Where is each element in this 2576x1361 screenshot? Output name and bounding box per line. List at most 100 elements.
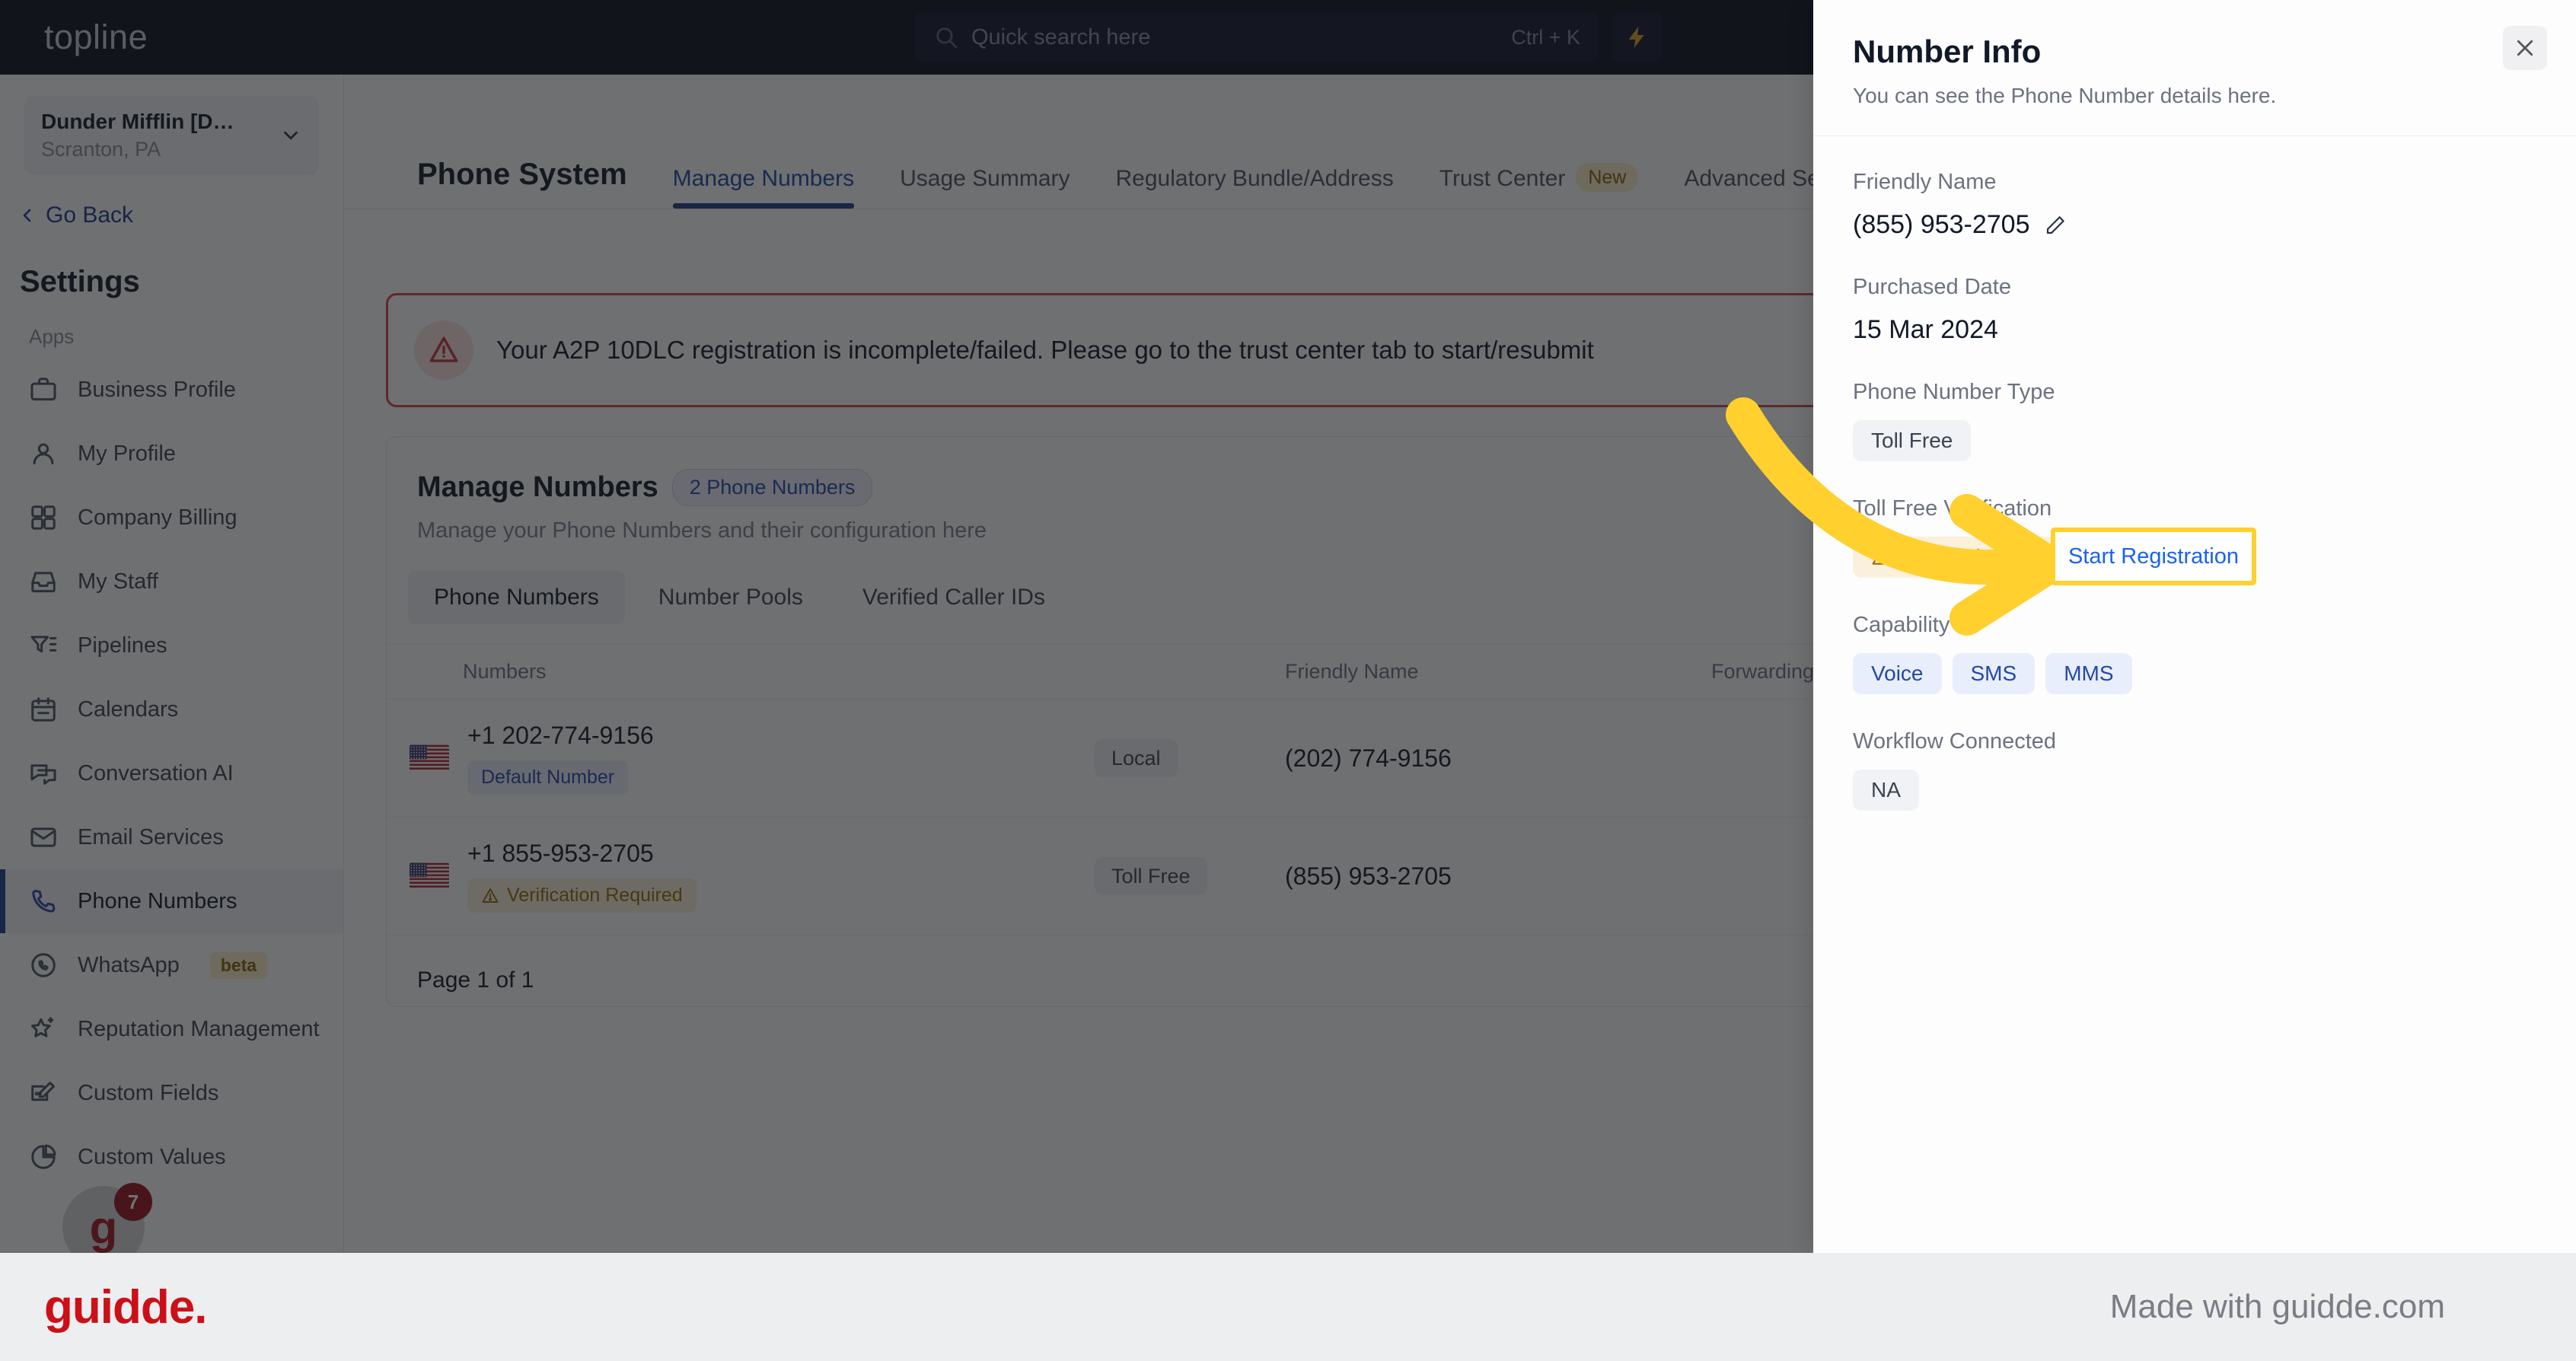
- organization-switcher[interactable]: Dunder Mifflin [D… Scranton, PA: [24, 96, 319, 175]
- sidebar-item-custom-values[interactable]: Custom Values: [0, 1125, 343, 1189]
- warning-triangle-icon: [1872, 549, 1890, 565]
- notification-count-badge: 7: [114, 1183, 152, 1221]
- us-flag-icon: [410, 862, 449, 890]
- sidebar-item-label: Reputation Management: [78, 1016, 320, 1041]
- close-icon: [2517, 40, 2533, 56]
- subtab-verified-caller-ids[interactable]: Verified Caller IDs: [837, 571, 1071, 624]
- sidebar-item-label: Company Billing: [78, 505, 238, 530]
- field-friendly-name: Friendly Name (855) 953-2705: [1853, 170, 2536, 240]
- number-type-pill: Toll Free: [1095, 856, 1207, 895]
- sidebar-item-email-services[interactable]: Email Services: [0, 805, 343, 869]
- sidebar-item-company-billing[interactable]: Company Billing: [0, 486, 343, 550]
- sidebar: Dunder Mifflin [D… Scranton, PA Go Back …: [0, 75, 344, 1253]
- sidebar-item-label: My Staff: [78, 569, 158, 594]
- sidebar-item-business-profile[interactable]: Business Profile: [0, 358, 343, 422]
- screenshot-root: topline Quick search here Ctrl + K Dunde…: [0, 0, 2576, 1361]
- chevron-down-icon: [284, 131, 298, 140]
- phone-number-value: +1 855-953-2705: [467, 840, 654, 867]
- phone-system-tabbar: Phone System Manage Numbers Usage Summary…: [344, 135, 1856, 209]
- sidebar-item-label: Calendars: [78, 696, 179, 722]
- guidde-logo: guidde.: [44, 1280, 207, 1334]
- sidebar-item-conversation-ai[interactable]: Conversation AI: [0, 741, 343, 805]
- panel-title: Number Info: [1853, 33, 2042, 69]
- envelope-icon: [30, 827, 56, 847]
- phone-number-type-chip: Toll Free: [1853, 420, 1972, 461]
- cell-number: +1 855-953-2705 Verification Required: [387, 840, 1095, 913]
- tab-label: Advanced Sett: [1684, 166, 1833, 191]
- capability-label: Capability: [1853, 613, 1950, 637]
- us-flag-icon: [410, 744, 449, 772]
- calendar-icon: [31, 697, 56, 722]
- search-shortcut-hint: Ctrl + K: [1511, 25, 1580, 49]
- briefcase-icon: [30, 378, 56, 401]
- tab-label: Usage Summary: [900, 166, 1070, 191]
- capability-chip-voice: Voice: [1853, 653, 1942, 694]
- sidebar-item-label: Conversation AI: [78, 760, 234, 786]
- tab-trust-center[interactable]: Trust Center New: [1417, 163, 1662, 209]
- sidebar-item-pipelines[interactable]: Pipelines: [0, 614, 343, 677]
- star-sparkle-icon: [30, 1017, 54, 1037]
- sidebar-item-label: Custom Fields: [78, 1080, 219, 1105]
- tab-regulatory-bundle-address[interactable]: Regulatory Bundle/Address: [1093, 166, 1417, 209]
- column-header-friendly-name: Friendly Name: [1285, 660, 1419, 683]
- tab-manage-numbers[interactable]: Manage Numbers: [650, 166, 877, 209]
- capability-chip-sms: SMS: [1952, 653, 2036, 694]
- application-window: topline Quick search here Ctrl + K Dunde…: [0, 0, 2576, 1253]
- organization-name: Dunder Mifflin [D…: [41, 110, 234, 133]
- chevron-left-icon: [23, 209, 31, 222]
- panel-subtitle: You can see the Phone Number details her…: [1853, 84, 2277, 107]
- guidde-helper-bubble[interactable]: g 7: [62, 1183, 152, 1253]
- tab-usage-summary[interactable]: Usage Summary: [877, 166, 1092, 209]
- lightning-bolt-icon: [1628, 26, 1644, 49]
- phone-number-type-label: Phone Number Type: [1853, 380, 2055, 404]
- chat-bubbles-icon: [30, 764, 56, 785]
- edit-box-icon: [31, 1082, 55, 1101]
- sidebar-item-label: Custom Values: [78, 1144, 226, 1169]
- phone-number-value: +1 202-774-9156: [467, 722, 654, 749]
- sidebar-item-reputation-management[interactable]: Reputation Management: [0, 997, 343, 1061]
- sidebar-item-calendars[interactable]: Calendars: [0, 677, 343, 741]
- field-workflow-connected: Workflow Connected NA: [1853, 729, 2536, 811]
- toll-free-verification-label: Toll Free Verification: [1853, 496, 2052, 521]
- cell-type: Toll Free: [1095, 856, 1285, 895]
- subtab-number-pools[interactable]: Number Pools: [633, 571, 829, 624]
- cell-type: Local: [1095, 738, 1285, 777]
- tab-label: Regulatory Bundle/Address: [1115, 166, 1394, 191]
- app-logo: topline: [44, 18, 148, 56]
- sidebar-item-my-profile[interactable]: My Profile: [0, 422, 343, 486]
- sidebar-item-whatsapp[interactable]: WhatsApp beta: [0, 933, 343, 997]
- user-icon: [33, 443, 54, 465]
- go-back-button[interactable]: Go Back: [18, 202, 343, 228]
- sidebar-item-my-staff[interactable]: My Staff: [0, 550, 343, 614]
- cell-number: +1 202-774-9156 Default Number: [387, 722, 1095, 795]
- warning-triangle-icon: [429, 336, 458, 362]
- number-type-pill: Local: [1095, 738, 1178, 777]
- whatsapp-icon: [31, 953, 56, 977]
- panel-close-button[interactable]: [2503, 26, 2547, 70]
- search-input[interactable]: Quick search here Ctrl + K: [915, 12, 1599, 62]
- guidde-footer: guidde. Made with guidde.com: [0, 1253, 2576, 1361]
- guidde-made-with-label: Made with guidde.com: [2109, 1288, 2445, 1325]
- sidebar-item-label: My Profile: [78, 441, 176, 466]
- capability-chip-mms: MMS: [2045, 653, 2132, 694]
- column-header-numbers: Numbers: [463, 660, 547, 683]
- sidebar-item-custom-fields[interactable]: Custom Fields: [0, 1061, 343, 1125]
- field-capability: Capability Voice SMS MMS: [1853, 613, 2536, 694]
- sidebar-group-label: Apps: [29, 325, 75, 348]
- subtab-phone-numbers[interactable]: Phone Numbers: [408, 571, 625, 624]
- number-info-panel: Number Info You can see the Phone Number…: [1813, 0, 2576, 1253]
- sidebar-item-badge: beta: [209, 951, 268, 979]
- pencil-icon[interactable]: [2044, 214, 2067, 237]
- start-registration-label: Start Registration: [2067, 543, 2240, 569]
- friendly-name-value: (855) 953-2705: [1853, 210, 2030, 239]
- tab-label: Trust Center: [1439, 166, 1566, 191]
- sidebar-nav: Business Profile My Profile Company Billin…: [0, 358, 343, 1189]
- start-registration-button[interactable]: Start Registration: [2051, 528, 2256, 585]
- quick-actions-button[interactable]: [1612, 12, 1663, 62]
- sidebar-item-label: Phone Numbers: [78, 888, 238, 913]
- sidebar-item-phone-numbers[interactable]: Phone Numbers: [0, 869, 343, 933]
- phone-icon: [32, 890, 56, 913]
- phone-number-count-badge: 2 Phone Numbers: [671, 469, 873, 506]
- field-phone-number-type: Phone Number Type Toll Free: [1853, 380, 2536, 461]
- guidde-bubble-letter: g: [89, 1201, 118, 1253]
